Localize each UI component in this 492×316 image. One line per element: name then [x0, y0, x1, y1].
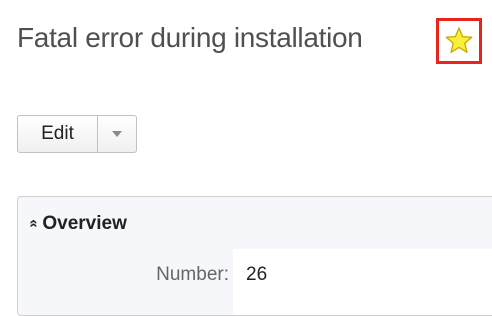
overview-panel-header[interactable]: « Overview	[26, 213, 127, 235]
favorite-star-icon[interactable]	[444, 26, 474, 56]
number-field-cell: 26	[233, 249, 492, 315]
record-title: Fatal error during installation	[17, 22, 363, 53]
number-field-label: Number:	[156, 264, 229, 285]
favorite-highlight-box	[436, 18, 482, 64]
chevron-down-icon	[112, 131, 122, 137]
overview-panel-title: Overview	[42, 213, 127, 234]
edit-button[interactable]: Edit	[18, 116, 98, 152]
double-chevron-up-icon: «	[25, 218, 43, 228]
number-field-value: 26	[246, 264, 268, 285]
overview-panel: « Overview Number: 26	[17, 196, 492, 316]
edit-button-group: Edit	[17, 115, 137, 153]
actions-dropdown-button[interactable]	[98, 116, 136, 152]
